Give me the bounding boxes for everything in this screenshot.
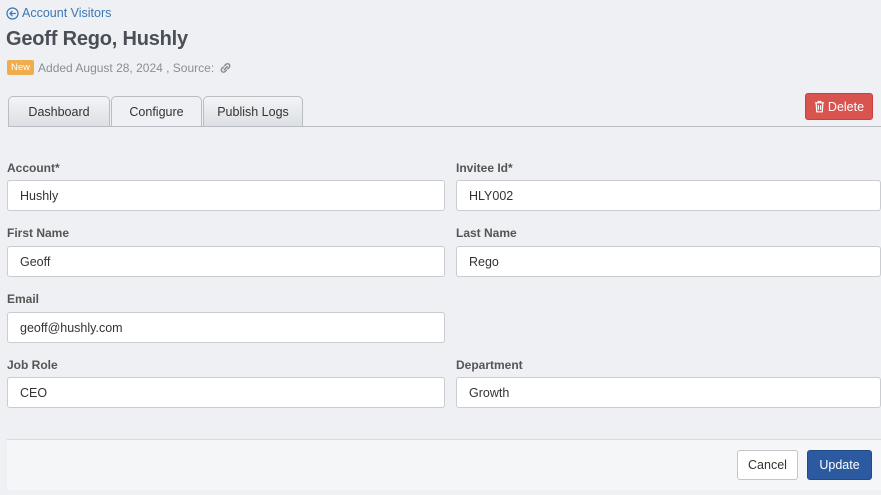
trash-icon — [814, 100, 825, 113]
added-date-text: Added August 28, 2024 , Source: — [38, 60, 215, 75]
last-name-label: Last Name — [456, 226, 517, 240]
update-button[interactable]: Update — [807, 450, 872, 480]
tab-label: Dashboard — [28, 104, 90, 119]
department-label: Department — [456, 358, 523, 372]
tab-label: Configure — [129, 105, 184, 119]
link-icon — [220, 63, 231, 73]
account-input[interactable] — [7, 180, 445, 211]
account-label: Account* — [7, 161, 60, 175]
tab-label: Publish Logs — [217, 104, 289, 119]
back-link-label: Account Visitors — [22, 6, 112, 20]
invitee-id-label: Invitee Id* — [456, 161, 513, 175]
tab-dashboard[interactable]: Dashboard — [8, 96, 110, 126]
page-title: Geoff Rego, Hushly — [6, 28, 188, 50]
visitor-meta: New Added August 28, 2024 , Source: — [7, 60, 233, 75]
first-name-input[interactable] — [7, 246, 445, 277]
tab-configure[interactable]: Configure — [111, 96, 202, 127]
cancel-button[interactable]: Cancel — [737, 450, 798, 480]
department-input[interactable] — [456, 377, 881, 408]
job-role-input[interactable] — [7, 377, 445, 408]
back-to-account-visitors-link[interactable]: Account Visitors — [6, 6, 111, 20]
first-name-label: First Name — [7, 226, 70, 240]
email-label: Email — [7, 292, 40, 306]
email-field[interactable] — [7, 312, 445, 343]
tab-publish-logs[interactable]: Publish Logs — [203, 96, 303, 126]
delete-button[interactable]: Delete — [805, 93, 873, 120]
tab-divider — [8, 126, 881, 127]
delete-label: Delete — [827, 99, 865, 114]
tab-bar: Dashboard Configure Publish Logs — [8, 96, 304, 127]
job-role-label: Job Role — [7, 358, 58, 372]
arrow-left-circle-icon — [6, 6, 19, 20]
invitee-id-input[interactable] — [456, 180, 881, 211]
status-badge: New — [7, 60, 35, 75]
last-name-input[interactable] — [456, 246, 881, 277]
page: Account Visitors Geoff Rego, Hushly New … — [0, 0, 881, 495]
